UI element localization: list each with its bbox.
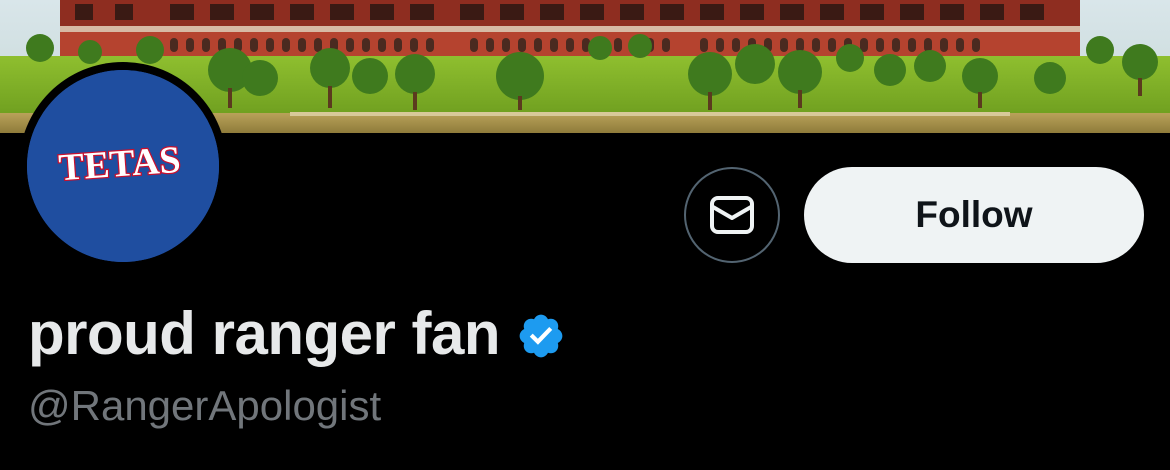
rangers-logo-icon: TETAS (27, 70, 219, 262)
name-row: proud ranger fan (28, 298, 566, 370)
avatar-text: TETAS (57, 139, 181, 189)
follow-button[interactable]: Follow (804, 167, 1144, 263)
message-button[interactable] (684, 167, 780, 263)
avatar[interactable]: TETAS (27, 70, 219, 262)
follow-button-label: Follow (915, 194, 1033, 235)
envelope-icon (710, 196, 754, 234)
verified-badge-icon[interactable] (516, 311, 566, 361)
user-handle: @RangerApologist (28, 382, 382, 429)
display-name: proud ranger fan (28, 300, 501, 367)
profile-header: TETAS Follow proud ranger fan @RangerApo… (0, 0, 1170, 470)
